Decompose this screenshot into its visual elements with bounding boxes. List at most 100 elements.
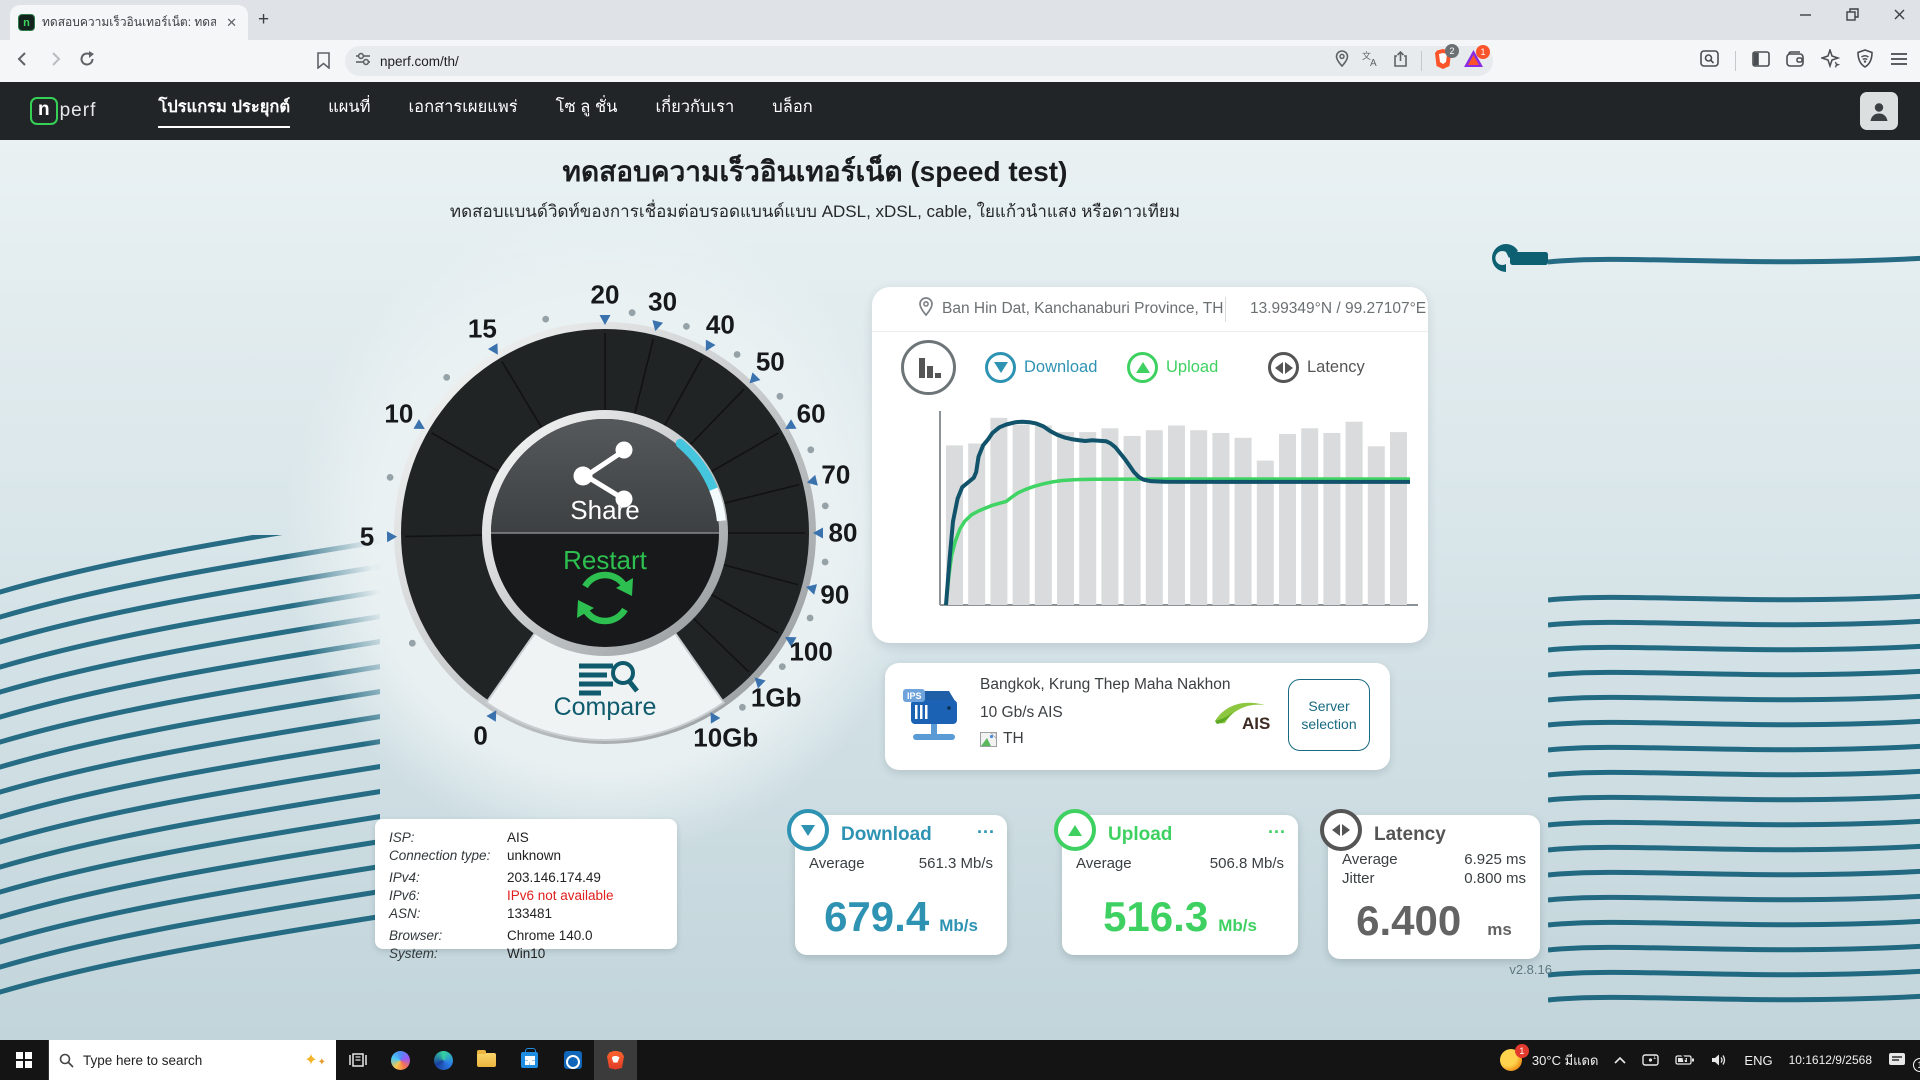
notification-center-icon[interactable]: 1 xyxy=(1880,1052,1920,1068)
logo-text: perf xyxy=(60,100,97,122)
download-average-label: Average xyxy=(809,855,865,872)
bar-chart-icon[interactable] xyxy=(901,340,956,395)
upload-average-label: Average xyxy=(1076,855,1132,872)
download-icon xyxy=(787,809,829,851)
browser-tab[interactable]: n ทดสอบความเร็วอินเทอร์เน็ต: ทดสอบค ✕ xyxy=(10,5,248,40)
upload-more-menu[interactable]: ... xyxy=(1268,817,1286,838)
nperf-logo[interactable]: n perf xyxy=(30,97,96,125)
back-button[interactable] xyxy=(14,50,32,73)
reload-button[interactable] xyxy=(78,50,96,73)
gauge-scale-label: 90 xyxy=(820,579,849,610)
search-highlights-icon[interactable]: ✦✦ xyxy=(304,1050,326,1070)
brave-rewards-icon[interactable]: 1 xyxy=(1464,50,1483,72)
taskbar-search[interactable]: Type here to search ✦✦ xyxy=(48,1040,336,1080)
share-button[interactable]: Share xyxy=(530,495,680,526)
speed-chart xyxy=(932,405,1422,620)
app-version: v2.8.16 xyxy=(1468,962,1552,977)
file-explorer-icon[interactable] xyxy=(465,1040,508,1080)
location-permission-icon[interactable] xyxy=(1334,50,1350,72)
browser-tab-strip: n ทดสอบความเร็วอินเทอร์เน็ต: ทดสอบค ✕ + xyxy=(0,0,1920,40)
share-page-icon[interactable] xyxy=(1392,51,1409,72)
server-city: Bangkok, Krung Thep Maha Nakhon xyxy=(980,676,1230,694)
server-icon: IPS xyxy=(903,687,965,747)
gauge-scale-label: 100 xyxy=(789,637,832,668)
tray-chevron-icon[interactable] xyxy=(1606,1056,1634,1064)
latency-jitter-label: Jitter xyxy=(1342,870,1375,887)
nav-item-solutions[interactable]: โซ ลู ชั่น xyxy=(556,94,618,128)
sidebar-icon[interactable] xyxy=(1752,51,1770,72)
vpn-shield-icon[interactable] xyxy=(1856,49,1874,73)
right-wave-decoration xyxy=(1548,250,1920,1020)
tab-close-icon[interactable]: ✕ xyxy=(223,15,240,31)
svg-text:1: 1 xyxy=(1653,1055,1657,1061)
window-restore-button[interactable] xyxy=(1846,8,1859,21)
ipv4-value: 203.146.174.49 xyxy=(507,869,601,887)
site-settings-icon[interactable] xyxy=(355,51,371,72)
logo-n-mark: n xyxy=(30,97,58,125)
wallet-icon[interactable] xyxy=(1786,51,1805,72)
volume-icon[interactable] xyxy=(1703,1053,1736,1067)
battery-icon[interactable] xyxy=(1667,1054,1703,1066)
microsoft-store-icon[interactable] xyxy=(508,1040,551,1080)
nav-item-about[interactable]: เกี่ยวกับเรา xyxy=(655,94,734,128)
copilot-icon[interactable] xyxy=(379,1040,422,1080)
ipv4-label: IPv4: xyxy=(389,869,507,887)
nav-item-blog[interactable]: บล็อก xyxy=(772,94,813,128)
forward-button[interactable] xyxy=(46,50,64,73)
tab-download[interactable]: Download xyxy=(985,352,1097,383)
wrench-icon[interactable] xyxy=(1492,238,1550,278)
language-indicator[interactable]: ENG xyxy=(1736,1053,1780,1068)
connection-type-value: unknown xyxy=(507,847,561,865)
task-view-button[interactable] xyxy=(336,1040,379,1080)
nav-item-apps[interactable]: โปรแกรม ประยุกต์ xyxy=(158,94,290,128)
upload-value: 516.3 xyxy=(1103,893,1208,941)
latency-card-label: Latency xyxy=(1374,824,1446,846)
tab-upload[interactable]: Upload xyxy=(1127,352,1218,383)
url-text[interactable]: nperf.com/th/ xyxy=(380,54,1325,69)
weather-text[interactable]: 30°C มีแดด xyxy=(1530,1050,1607,1071)
outlook-icon[interactable] xyxy=(551,1040,594,1080)
svg-text:AIS: AIS xyxy=(1242,714,1270,733)
isp-info-box: ISP:AIS Connection type:unknown IPv4:203… xyxy=(375,819,677,949)
system-value: Win10 xyxy=(507,945,545,963)
location-coordinates: 13.99349°N / 99.27107°E xyxy=(1250,300,1426,318)
window-close-button[interactable] xyxy=(1893,8,1906,21)
brave-taskbar-icon[interactable] xyxy=(594,1040,637,1080)
search-tabs-icon[interactable] xyxy=(1700,50,1719,72)
translate-icon[interactable]: 文A xyxy=(1362,51,1380,72)
brave-shield-icon[interactable]: 2 xyxy=(1434,49,1452,74)
upload-average-value: 506.8 Mb/s xyxy=(1210,855,1284,872)
account-avatar[interactable] xyxy=(1860,92,1898,130)
download-more-menu[interactable]: ... xyxy=(977,817,995,838)
weather-icon[interactable]: 1 xyxy=(1492,1049,1530,1071)
new-tab-button[interactable]: + xyxy=(258,9,269,31)
url-bar[interactable]: nperf.com/th/ 文A 2 1 xyxy=(345,46,1493,76)
window-minimize-button[interactable] xyxy=(1799,8,1812,21)
windows-taskbar: Type here to search ✦✦ 1 30°C มีแดด 1 EN… xyxy=(0,1040,1920,1080)
server-selection-button[interactable]: Server selection xyxy=(1288,679,1370,751)
tab-latency[interactable]: Latency xyxy=(1268,352,1365,383)
weather-badge: 1 xyxy=(1515,1044,1529,1058)
edge-icon[interactable] xyxy=(422,1040,465,1080)
site-header: n perf โปรแกรม ประยุกต์ แผนที่ เอกสารเผย… xyxy=(0,82,1920,140)
clock-time: 10:16 xyxy=(1789,1053,1819,1068)
leo-ai-icon[interactable] xyxy=(1821,49,1840,73)
bookmark-icon[interactable] xyxy=(316,52,331,74)
gauge-scale-label: 10 xyxy=(384,399,413,430)
svg-text:IPS: IPS xyxy=(907,691,922,701)
restart-button[interactable]: Restart xyxy=(530,545,680,576)
gauge-scale-label: 60 xyxy=(797,399,826,430)
taskbar-clock[interactable]: 10:16 12/9/2568 xyxy=(1781,1053,1880,1068)
nav-item-publications[interactable]: เอกสารเผยแพร่ xyxy=(409,94,518,128)
start-button[interactable] xyxy=(0,1040,48,1080)
nav-item-map[interactable]: แผนที่ xyxy=(328,94,370,128)
page-title: ทดสอบความเร็วอินเทอร์เน็ต (speed test) xyxy=(190,150,1440,194)
flag-placeholder-icon xyxy=(980,732,997,747)
gauge-scale-label: 30 xyxy=(648,287,677,318)
upload-unit: Mb/s xyxy=(1218,916,1257,936)
asn-label: ASN: xyxy=(389,905,507,923)
compare-button[interactable]: Compare xyxy=(530,693,680,722)
menu-icon[interactable] xyxy=(1890,52,1908,71)
search-placeholder: Type here to search xyxy=(83,1053,295,1068)
cast-icon[interactable]: 1 xyxy=(1634,1053,1667,1067)
